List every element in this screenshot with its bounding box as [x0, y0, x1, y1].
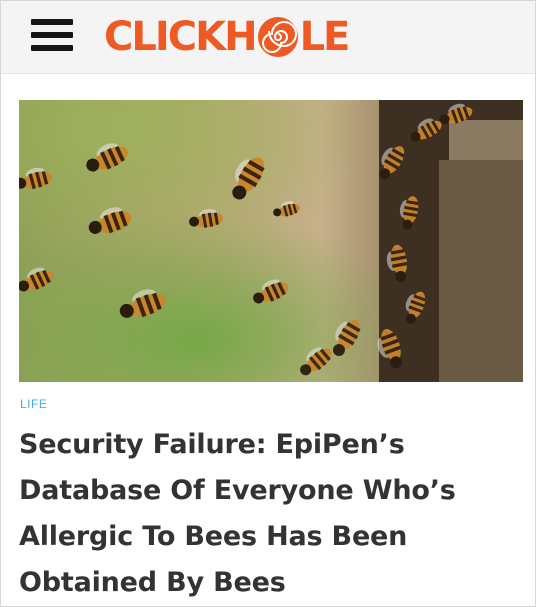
article-image[interactable]: [19, 100, 523, 382]
hamburger-menu-icon-bar: [31, 32, 73, 38]
spiral-icon: [257, 17, 298, 57]
menu-button[interactable]: [31, 19, 75, 53]
clickhole-logo[interactable]: CLICKH LE: [104, 11, 351, 63]
hamburger-menu-icon-bar: [31, 45, 73, 51]
site-header: CLICKH LE: [1, 1, 535, 74]
article-headline[interactable]: Security Failure: EpiPen’s Database Of E…: [19, 422, 519, 606]
page: CLICKH LE LIFE Security Failure: EpiPen’…: [0, 0, 536, 607]
category-label[interactable]: LIFE: [20, 397, 47, 411]
logo-text-left: CLICKH: [104, 14, 258, 60]
bees-photo: [19, 100, 523, 382]
hamburger-menu-icon: [31, 19, 73, 25]
logo-text-right: LE: [299, 14, 351, 60]
